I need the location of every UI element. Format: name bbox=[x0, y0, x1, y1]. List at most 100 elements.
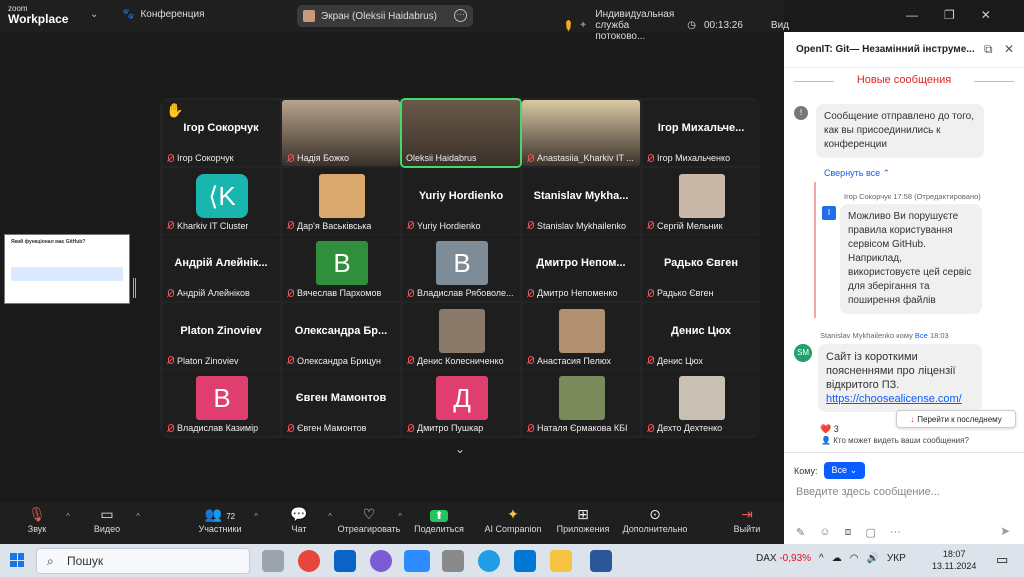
close-icon[interactable]: ✕ bbox=[1004, 42, 1014, 56]
search-icon: ⌕ bbox=[47, 554, 54, 568]
react-button[interactable]: ♡ Отреагировать ^ bbox=[334, 504, 404, 534]
audio-button[interactable]: 🎙 Звук ^ bbox=[2, 504, 72, 534]
participant-tile[interactable]: Олександра Бр... Олександра Брицун bbox=[282, 302, 400, 369]
leave-button[interactable]: ⇥ Выйти bbox=[712, 504, 782, 534]
notification-icon[interactable]: ▭ bbox=[996, 552, 1008, 568]
participant-tile[interactable]: Anastasiia_Kharkiv IT ... bbox=[522, 100, 640, 166]
more-icon[interactable]: ··· bbox=[890, 526, 901, 539]
participant-tile[interactable]: Анастасия Пелюх bbox=[522, 302, 640, 369]
thumbnail-resize-handle[interactable] bbox=[133, 278, 136, 298]
chevron-up-icon[interactable]: ^ bbox=[398, 512, 402, 521]
to-word: кому bbox=[896, 331, 913, 340]
send-icon[interactable]: ➤ bbox=[1000, 524, 1010, 538]
word-icon[interactable] bbox=[590, 550, 612, 572]
taskbar-search[interactable]: ⌕ Пошук bbox=[36, 548, 250, 574]
chrome-icon[interactable] bbox=[298, 550, 320, 572]
share-screen-icon: ⬆ bbox=[430, 504, 448, 524]
who-can-see-link[interactable]: 👤 Кто может видеть ваши сообщения? bbox=[821, 436, 969, 445]
participant-tile[interactable]: Євген Мамонтов Євген Мамонтов bbox=[282, 370, 400, 436]
minimize-icon[interactable]: — bbox=[906, 8, 918, 22]
participant-tile[interactable]: ⟨K Kharkiv IT Cluster bbox=[162, 167, 280, 234]
participant-name-label: Денис Цюх bbox=[646, 356, 703, 366]
explorer-icon[interactable] bbox=[550, 550, 572, 572]
participant-tile[interactable]: В Владислав Казимір bbox=[162, 370, 280, 436]
message-input[interactable]: Введите здесь сообщение... bbox=[796, 486, 940, 498]
more-options-icon[interactable]: ··· bbox=[454, 9, 467, 22]
chevron-up-icon[interactable]: ^ bbox=[254, 512, 258, 521]
participant-tile[interactable]: Денис Колесниченко bbox=[402, 302, 520, 369]
chevron-up-icon[interactable]: ^ bbox=[136, 512, 140, 521]
more-button[interactable]: ⊙ Дополнительно bbox=[620, 504, 690, 534]
viber-icon[interactable] bbox=[370, 550, 392, 572]
participant-tile[interactable]: В Вячеслав Пархомов bbox=[282, 235, 400, 301]
reaction-badge[interactable]: ❤️ 3 bbox=[820, 424, 839, 435]
heart-icon: ♡ bbox=[362, 506, 376, 522]
participant-tile[interactable]: В Владислав Рябоволе... bbox=[402, 235, 520, 301]
conference-menu[interactable]: 🐾 Конференция bbox=[122, 9, 205, 20]
participant-tile[interactable]: Дар'я Васьківська bbox=[282, 167, 400, 234]
participant-tile[interactable]: Oleksii Haidabrus bbox=[400, 98, 522, 168]
service-label[interactable]: Индивидуальная служба потоково... bbox=[595, 9, 679, 42]
share-button[interactable]: ⬆ Поделиться bbox=[404, 504, 474, 534]
screenshot-icon[interactable]: ⧈ bbox=[844, 526, 851, 539]
recipient-dropdown[interactable]: Все ⌄ bbox=[823, 462, 866, 479]
jump-to-latest-button[interactable]: ↓ Перейти к последнему bbox=[896, 410, 1016, 428]
format-icon[interactable]: ✎ bbox=[796, 526, 805, 539]
participant-tile[interactable]: Наталя Єрмакова КБІ bbox=[522, 370, 640, 436]
emoji-icon[interactable]: ☺ bbox=[819, 526, 830, 539]
participant-tile[interactable]: Ігор Сокорчук ✋ Ігор Сокорчук bbox=[162, 100, 280, 166]
windows-start-icon[interactable] bbox=[10, 553, 24, 567]
participant-tile[interactable]: Д Дмитро Пушкар bbox=[402, 370, 520, 436]
chevron-down-icon[interactable]: ⌄ bbox=[455, 442, 465, 456]
participant-name-label: Stanislav Mykhailenko bbox=[526, 221, 626, 231]
participants-button[interactable]: 👥 72 Участники ^ bbox=[180, 504, 260, 534]
file-icon[interactable]: ▢ bbox=[865, 526, 875, 539]
task-view-icon[interactable] bbox=[262, 550, 284, 572]
video-button[interactable]: ▭ Видео ^ bbox=[72, 504, 142, 534]
participant-tile[interactable]: Надія Божко bbox=[282, 100, 400, 166]
close-icon[interactable]: ✕ bbox=[981, 8, 991, 22]
cloud-icon[interactable]: ☁ bbox=[832, 553, 842, 564]
restore-icon[interactable]: ❐ bbox=[944, 8, 955, 22]
participant-tile[interactable]: Дехто Дехтенко bbox=[642, 370, 760, 436]
volume-icon[interactable]: 🔊 bbox=[866, 553, 878, 564]
ai-companion-button[interactable]: ✦ AI Companion bbox=[478, 504, 548, 534]
shared-screen-thumbnail[interactable]: Який функціонал має GitHub? bbox=[4, 234, 130, 304]
popout-icon[interactable]: ⧉ bbox=[984, 42, 993, 57]
collapse-all-link[interactable]: Свернуть все ⌃ bbox=[824, 168, 890, 179]
chevron-down-icon[interactable]: ⌄ bbox=[90, 9, 98, 20]
raised-hand-icon: ✋ bbox=[166, 102, 184, 118]
chat-button[interactable]: 💬 Чат ^ bbox=[264, 504, 334, 534]
who-can-see-label: Кто может видеть ваши сообщения? bbox=[833, 436, 969, 445]
message-meta: Stanislav Mykhailenko кому Все 18:03 bbox=[820, 331, 949, 340]
screen-share-indicator[interactable]: Экран (Oleksii Haidabrus) ··· bbox=[297, 5, 473, 27]
participant-tile[interactable]: Радько Євген Радько Євген bbox=[642, 235, 760, 301]
chevron-up-icon[interactable]: ^ bbox=[66, 512, 70, 521]
recipient-link[interactable]: Все bbox=[915, 331, 928, 340]
dax-widget[interactable]: DAX -0,93% bbox=[756, 553, 811, 564]
participant-tile[interactable]: Андрій Алейнік... Андрій Алейніков bbox=[162, 235, 280, 301]
app-icon[interactable] bbox=[442, 550, 464, 572]
zoom-taskbar-icon[interactable] bbox=[404, 550, 430, 572]
taskbar-clock[interactable]: 18:07 13.11.2024 bbox=[932, 548, 976, 572]
outlook-icon[interactable] bbox=[334, 550, 356, 572]
edge-icon[interactable] bbox=[478, 550, 500, 572]
apps-button[interactable]: ⊞ Приложения bbox=[548, 504, 618, 534]
message-meta: Ігор Сокорчук 17:58 (Отредактировано) bbox=[844, 192, 981, 201]
participant-tile[interactable]: Денис Цюх Денис Цюх bbox=[642, 302, 760, 369]
participant-tile[interactable]: Platon Zinoviev Platon Zinoviev bbox=[162, 302, 280, 369]
shield-icon[interactable] bbox=[566, 19, 571, 32]
participant-tile[interactable]: Сергій Мельник bbox=[642, 167, 760, 234]
chevron-up-icon[interactable]: ^ bbox=[328, 512, 332, 521]
participant-tile[interactable]: Yuriy Hordienko Yuriy Hordienko bbox=[402, 167, 520, 234]
participant-tile[interactable]: Stanislav Mykha... Stanislav Mykhailenko bbox=[522, 167, 640, 234]
chevron-up-icon[interactable]: ^ bbox=[819, 553, 824, 564]
participant-tile[interactable]: Дмитро Непом... Дмитро Непоменко bbox=[522, 235, 640, 301]
participant-name: Вячеслав Пархомов bbox=[297, 288, 382, 298]
view-button[interactable]: Вид bbox=[771, 20, 789, 31]
language-indicator[interactable]: УКР bbox=[887, 553, 906, 564]
wifi-icon[interactable]: ◠ bbox=[850, 553, 859, 564]
participant-tile[interactable]: Ігор Михальче... Ігор Михальченко bbox=[642, 100, 760, 166]
message-link[interactable]: https://choosealicense.com/ bbox=[826, 393, 962, 405]
store-icon[interactable] bbox=[514, 550, 536, 572]
